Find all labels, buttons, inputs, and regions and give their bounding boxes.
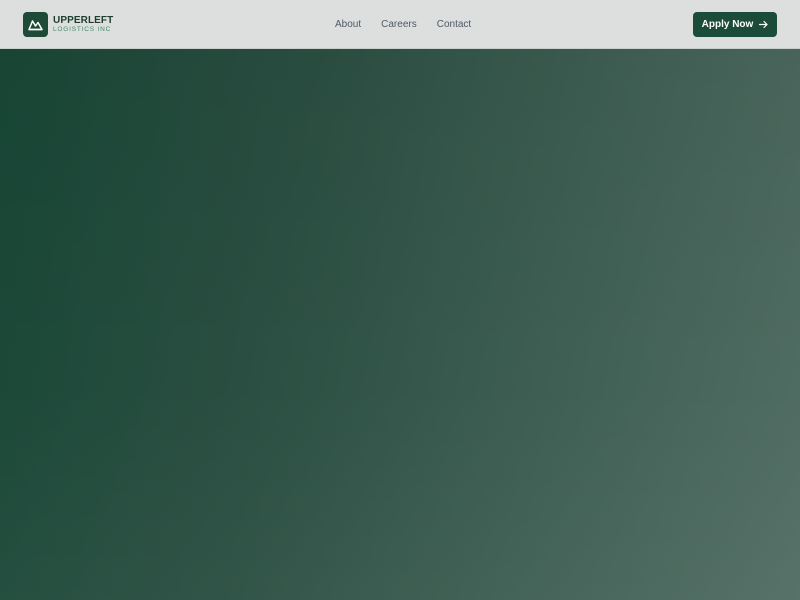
hero-background (0, 49, 800, 600)
mountain-icon (23, 12, 48, 37)
page: UPPERLEFT LOGISTICS INC About Careers Co… (0, 0, 800, 600)
nav-link-careers[interactable]: Careers (381, 19, 417, 31)
arrow-right-icon (759, 20, 768, 29)
nav-link-about[interactable]: About (335, 19, 361, 31)
brand-logo-link[interactable]: UPPERLEFT LOGISTICS INC (23, 12, 113, 37)
brand-subtitle: LOGISTICS INC (53, 25, 112, 33)
nav-link-contact[interactable]: Contact (437, 19, 471, 31)
main-nav: About Careers Contact (335, 19, 471, 31)
apply-now-label: Apply Now (701, 19, 754, 30)
brand-text: UPPERLEFT LOGISTICS INC (53, 14, 114, 34)
brand-name: UPPERLEFT (53, 14, 114, 26)
site-header: UPPERLEFT LOGISTICS INC About Careers Co… (0, 0, 800, 49)
apply-now-button[interactable]: Apply Now (693, 12, 777, 37)
